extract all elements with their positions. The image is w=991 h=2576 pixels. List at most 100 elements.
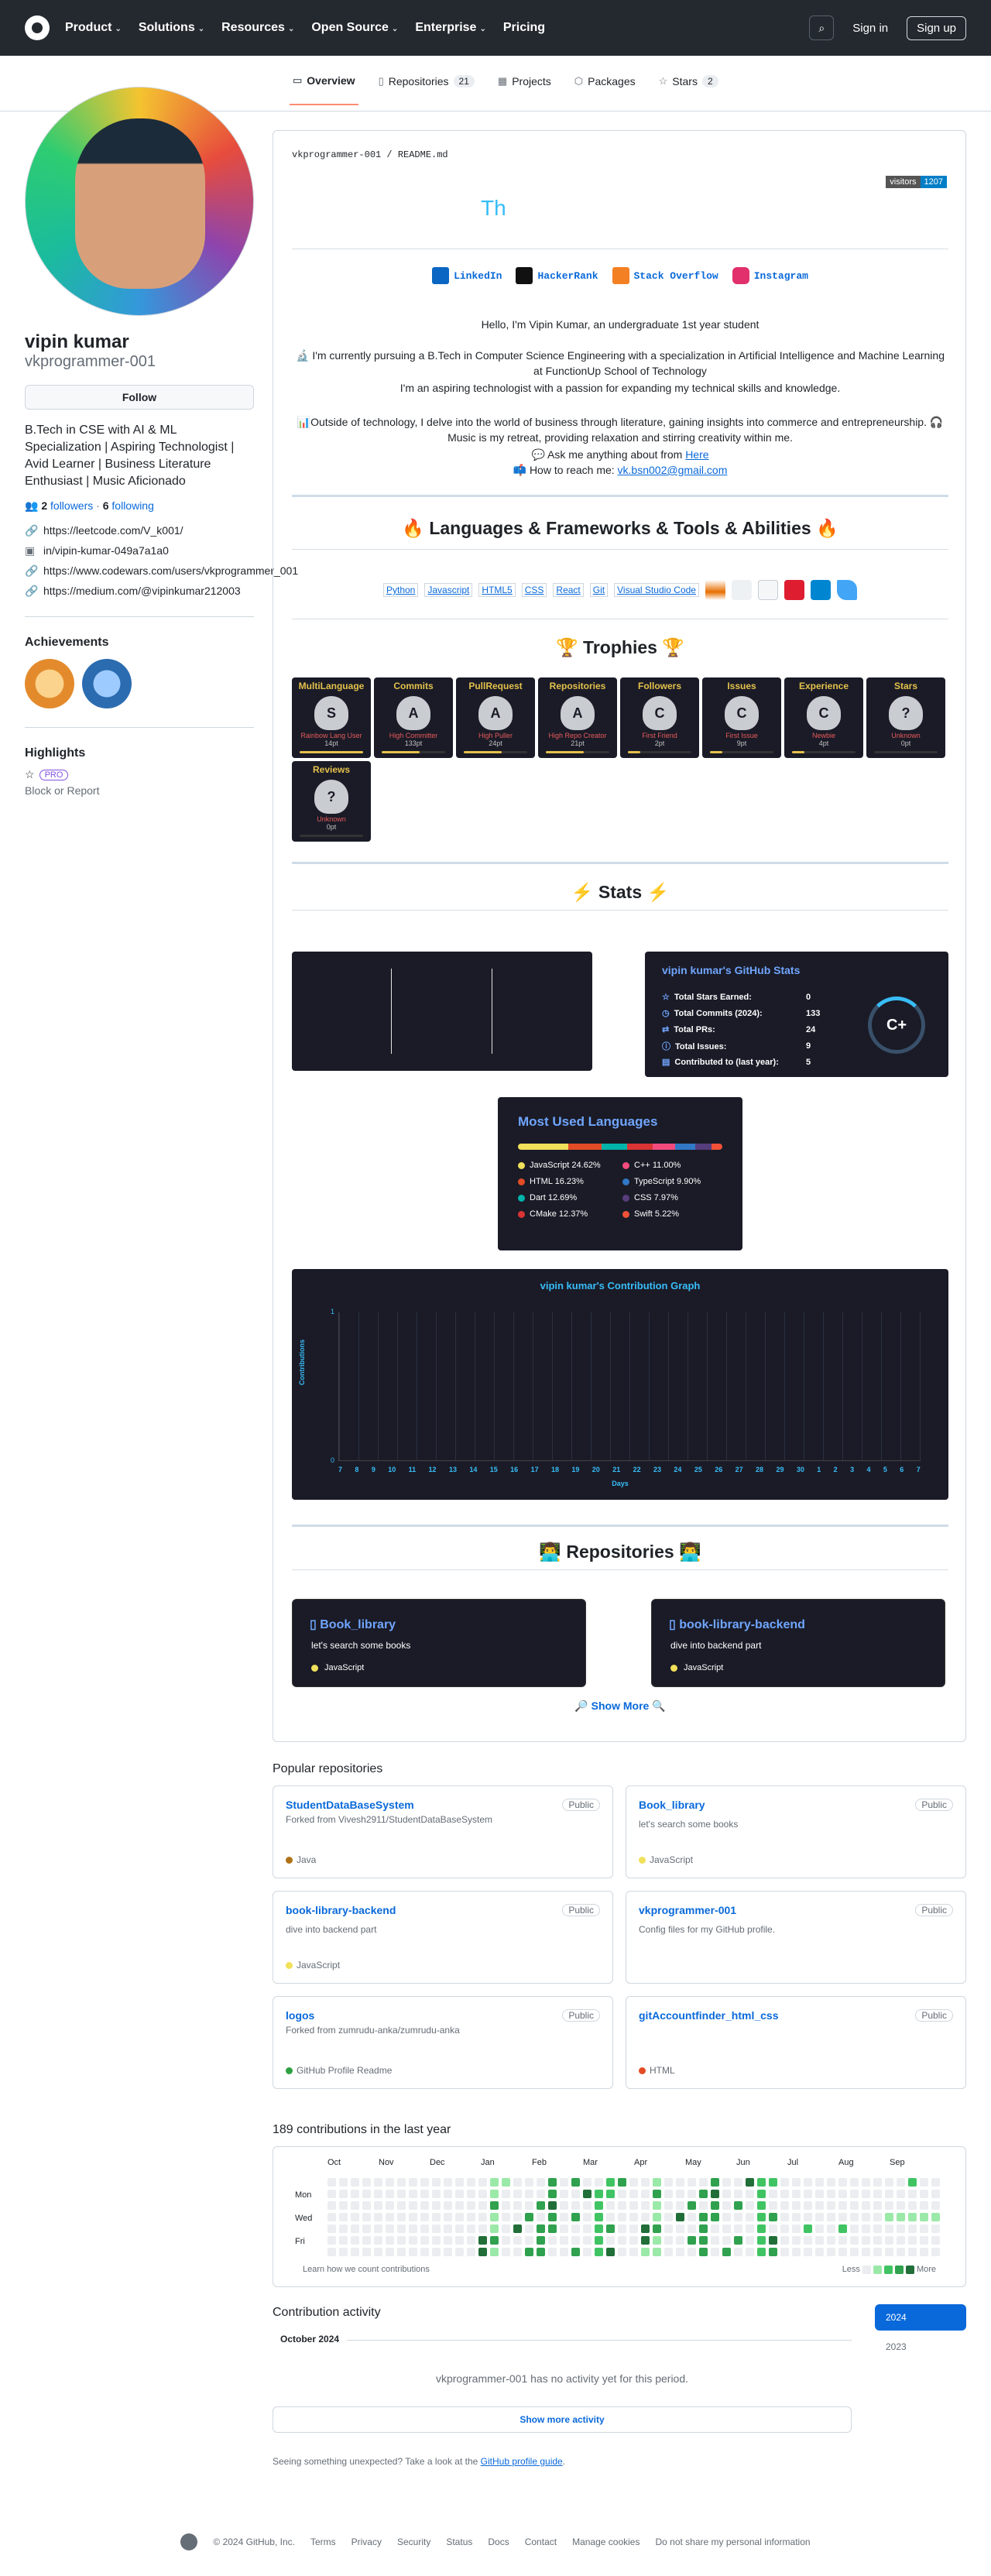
contribution-day[interactable]: [653, 2178, 661, 2187]
contribution-day[interactable]: [513, 2248, 522, 2256]
contribution-day[interactable]: [734, 2178, 742, 2187]
contribution-day[interactable]: [862, 2178, 870, 2187]
contribution-day[interactable]: [467, 2178, 475, 2187]
contribution-day[interactable]: [769, 2224, 777, 2233]
contribution-day[interactable]: [873, 2224, 882, 2233]
contribution-day[interactable]: [664, 2178, 673, 2187]
contribution-day[interactable]: [688, 2190, 696, 2198]
contribution-day[interactable]: [699, 2178, 708, 2187]
contribution-day[interactable]: [804, 2236, 812, 2245]
contribution-day[interactable]: [734, 2224, 742, 2233]
contribution-day[interactable]: [478, 2248, 487, 2256]
stackoverflow-link[interactable]: Stack Overflow: [612, 267, 718, 284]
contribution-day[interactable]: [397, 2224, 406, 2233]
contribution-day[interactable]: [374, 2213, 382, 2221]
contribution-day[interactable]: [374, 2236, 382, 2245]
contribution-day[interactable]: [920, 2236, 928, 2245]
footer-link-cookies[interactable]: Manage cookies: [572, 2537, 640, 2547]
contribution-day[interactable]: [618, 2178, 626, 2187]
contribution-day[interactable]: [757, 2178, 766, 2187]
contribution-day[interactable]: [420, 2224, 429, 2233]
contribution-day[interactable]: [769, 2178, 777, 2187]
tab-repositories[interactable]: ▯ Repositories 21: [375, 74, 478, 105]
contribution-day[interactable]: [862, 2236, 870, 2245]
contribution-day[interactable]: [757, 2190, 766, 2198]
contribution-day[interactable]: [780, 2178, 789, 2187]
contribution-day[interactable]: [897, 2224, 905, 2233]
contribution-day[interactable]: [746, 2190, 754, 2198]
contribution-day[interactable]: [815, 2213, 824, 2221]
contribution-day[interactable]: [711, 2224, 719, 2233]
contribution-day[interactable]: [595, 2190, 603, 2198]
contribution-day[interactable]: [571, 2248, 580, 2256]
contribution-day[interactable]: [467, 2201, 475, 2210]
contribution-day[interactable]: [478, 2178, 487, 2187]
contribution-day[interactable]: [897, 2201, 905, 2210]
contribution-day[interactable]: [595, 2248, 603, 2256]
sign-in-link[interactable]: Sign in: [846, 22, 894, 35]
contribution-day[interactable]: [467, 2224, 475, 2233]
contribution-day[interactable]: [560, 2178, 568, 2187]
contribution-day[interactable]: [838, 2213, 847, 2221]
contribution-day[interactable]: [444, 2178, 452, 2187]
contribution-day[interactable]: [618, 2213, 626, 2221]
contribution-day[interactable]: [641, 2236, 650, 2245]
contribution-day[interactable]: [862, 2190, 870, 2198]
contribution-day[interactable]: [548, 2201, 557, 2210]
contribution-day[interactable]: [629, 2224, 638, 2233]
search-button[interactable]: ⌕: [809, 15, 835, 40]
contribution-day[interactable]: [513, 2190, 522, 2198]
contribution-day[interactable]: [931, 2201, 940, 2210]
contribution-day[interactable]: [339, 2248, 348, 2256]
contribution-day[interactable]: [897, 2236, 905, 2245]
contribution-day[interactable]: [618, 2248, 626, 2256]
contribution-day[interactable]: [455, 2178, 464, 2187]
contribution-day[interactable]: [885, 2190, 893, 2198]
contribution-day[interactable]: [420, 2248, 429, 2256]
contribution-day[interactable]: [711, 2236, 719, 2245]
contribution-day[interactable]: [711, 2201, 719, 2210]
contribution-day[interactable]: [444, 2190, 452, 2198]
contribution-day[interactable]: [769, 2248, 777, 2256]
contribution-day[interactable]: [699, 2213, 708, 2221]
contribution-day[interactable]: [664, 2236, 673, 2245]
contribution-day[interactable]: [746, 2178, 754, 2187]
contribution-day[interactable]: [560, 2236, 568, 2245]
contribution-day[interactable]: [873, 2213, 882, 2221]
footer-link-security[interactable]: Security: [397, 2537, 430, 2547]
contribution-day[interactable]: [629, 2213, 638, 2221]
contribution-day[interactable]: [490, 2201, 499, 2210]
contribution-day[interactable]: [444, 2224, 452, 2233]
contribution-day[interactable]: [409, 2190, 417, 2198]
contribution-day[interactable]: [873, 2201, 882, 2210]
contribution-day[interactable]: [815, 2178, 824, 2187]
contribution-day[interactable]: [734, 2213, 742, 2221]
contribution-day[interactable]: [513, 2224, 522, 2233]
git-badge[interactable]: Git: [589, 583, 609, 597]
contribution-day[interactable]: [571, 2201, 580, 2210]
contribution-day[interactable]: [780, 2201, 789, 2210]
contribution-day[interactable]: [688, 2213, 696, 2221]
contribution-day[interactable]: [699, 2248, 708, 2256]
python-badge[interactable]: Python: [383, 583, 419, 597]
contribution-day[interactable]: [386, 2201, 394, 2210]
contribution-day[interactable]: [897, 2248, 905, 2256]
contribution-day[interactable]: [502, 2190, 510, 2198]
contribution-day[interactable]: [746, 2248, 754, 2256]
contribution-day[interactable]: [467, 2248, 475, 2256]
contribution-day[interactable]: [560, 2224, 568, 2233]
contribution-day[interactable]: [676, 2236, 684, 2245]
contribution-day[interactable]: [653, 2236, 661, 2245]
contribution-day[interactable]: [409, 2178, 417, 2187]
contribution-day[interactable]: [490, 2178, 499, 2187]
contribution-day[interactable]: [873, 2178, 882, 2187]
contribution-day[interactable]: [676, 2224, 684, 2233]
contribution-day[interactable]: [653, 2248, 661, 2256]
contribution-day[interactable]: [525, 2201, 533, 2210]
css-badge[interactable]: CSS: [521, 583, 547, 597]
contribution-day[interactable]: [386, 2248, 394, 2256]
contribution-day[interactable]: [502, 2224, 510, 2233]
contribution-day[interactable]: [432, 2224, 441, 2233]
contribution-day[interactable]: [595, 2178, 603, 2187]
contribution-day[interactable]: [513, 2236, 522, 2245]
